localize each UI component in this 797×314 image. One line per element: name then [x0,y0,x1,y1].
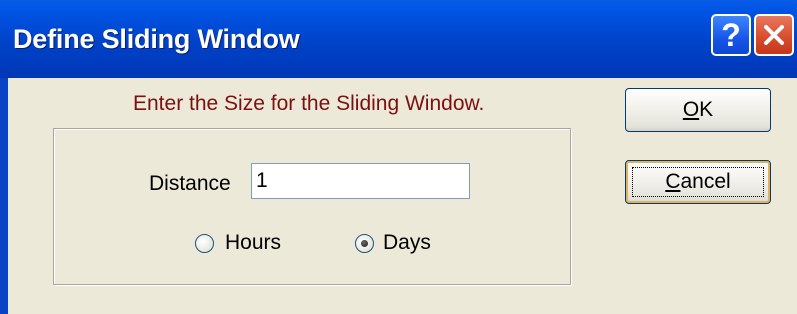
distance-input[interactable] [251,163,470,199]
size-groupbox [53,128,571,285]
days-radio[interactable] [355,234,374,253]
window-title: Define Sliding Window [13,24,300,54]
ok-button[interactable]: OK [625,88,771,132]
hours-label[interactable]: Hours [225,231,281,255]
help-button[interactable]: ? [711,14,751,56]
focus-rectangle [632,167,764,197]
ok-label-rest: K [699,98,714,121]
close-button[interactable] [754,14,794,56]
dialog-window: Define Sliding Window ? Enter the Size f… [0,0,797,314]
instruction-text: Enter the Size for the Sliding Window. [133,92,485,115]
cancel-button[interactable]: Cancel [625,160,771,204]
help-icon: ? [721,17,741,53]
ok-mnemonic: O [682,98,700,121]
title-bar[interactable]: Define Sliding Window ? [0,0,797,78]
distance-label: Distance [149,172,231,195]
hours-radio[interactable] [195,234,214,253]
window-frame-left [0,78,8,314]
days-label[interactable]: Days [383,231,431,255]
close-icon [764,25,784,45]
